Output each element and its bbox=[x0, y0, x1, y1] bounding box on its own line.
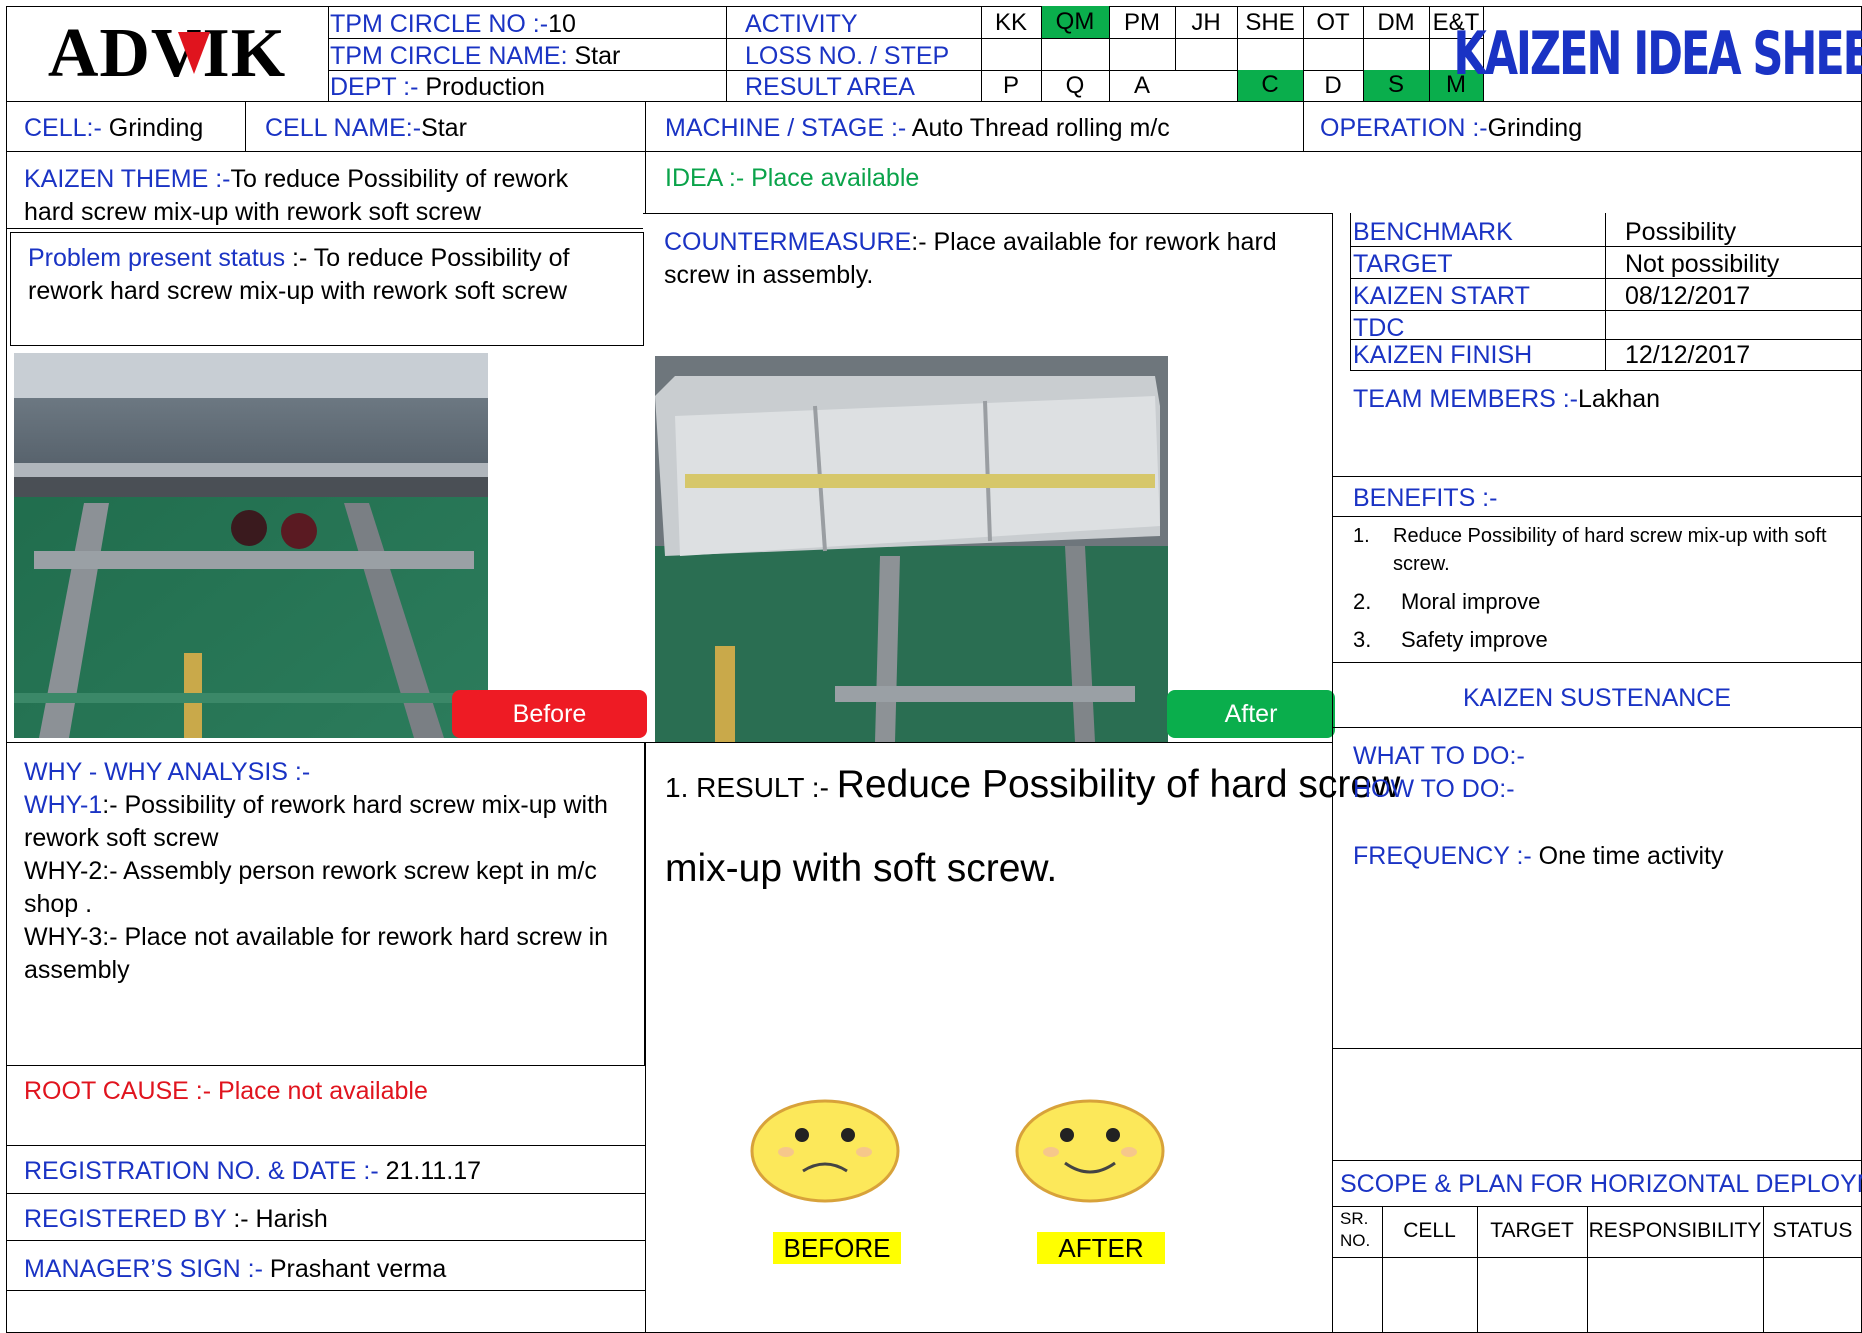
deployment-table-header: SR. NO. CELL TARGET RESPONSIBILITY STATU… bbox=[1332, 1206, 1862, 1257]
happy-face-icon bbox=[1015, 1099, 1165, 1203]
col-cell: CELL bbox=[1403, 1219, 1456, 1242]
manager-sign-field: MANAGER’S SIGN :- Prashant verma bbox=[24, 1255, 447, 1283]
idea-field: IDEA :- Place available bbox=[665, 164, 920, 192]
benefit-item-1: 1. Reduce Possibility of hard screw mix-… bbox=[1353, 525, 1827, 575]
result-code-a: A bbox=[1133, 72, 1150, 99]
col-responsibility: RESPONSIBILITY bbox=[1588, 1219, 1762, 1242]
activity-code-pm: PM bbox=[1124, 9, 1160, 36]
after-label: AFTER bbox=[1037, 1232, 1165, 1264]
col-status: STATUS bbox=[1772, 1219, 1853, 1242]
before-photo bbox=[14, 353, 488, 738]
col-sr-no: SR. NO. bbox=[1340, 1209, 1371, 1250]
sad-face-icon bbox=[750, 1099, 900, 1203]
root-cause: ROOT CAUSE :- Place not available bbox=[24, 1077, 428, 1105]
activity-code-she: SHE bbox=[1245, 9, 1295, 36]
before-tag: Before bbox=[452, 690, 647, 738]
frequency-field: FREQUENCY :- One time activity bbox=[1353, 842, 1724, 870]
cell-field: CELL:- Grinding bbox=[24, 114, 204, 142]
machine-stage-field: MACHINE / STAGE :- Auto Thread rolling m… bbox=[665, 114, 1170, 142]
benefit-item-2: 2. Moral improve bbox=[1353, 589, 1541, 614]
result-code-d: D bbox=[1324, 72, 1342, 99]
result-code-c: C bbox=[1237, 70, 1303, 101]
countermeasure: COUNTERMEASURE:- Place available for rew… bbox=[664, 228, 1277, 289]
how-to-do-label: HOW TO DO:- bbox=[1353, 775, 1515, 803]
kaizen-finish-label: KAIZEN FINISH bbox=[1353, 341, 1533, 369]
department: DEPT :- Production bbox=[330, 73, 545, 101]
benchmark-label: BENCHMARK bbox=[1353, 218, 1513, 246]
what-to-do-label: WHAT TO DO:- bbox=[1353, 742, 1525, 770]
activity-code-jh: JH bbox=[1191, 9, 1221, 36]
team-members: TEAM MEMBERS :-Lakhan bbox=[1353, 385, 1661, 413]
kaizen-theme: KAIZEN THEME :-To reduce Possibility of … bbox=[24, 165, 569, 226]
benefits-label: BENEFITS :- bbox=[1353, 484, 1498, 512]
kaizen-start-value: 08/12/2017 bbox=[1625, 282, 1751, 310]
activity-label: ACTIVITY bbox=[745, 10, 858, 38]
logo-triangle-icon bbox=[178, 32, 210, 74]
kaizen-start-label: KAIZEN START bbox=[1353, 282, 1530, 310]
result-text: 1. RESULT :- Reduce Possibility of hard … bbox=[665, 763, 1401, 890]
result-code-s: S bbox=[1363, 70, 1429, 101]
logo-text: ADVIK bbox=[47, 14, 287, 92]
activity-code-dm: DM bbox=[1377, 9, 1415, 36]
result-area-label: RESULT AREA bbox=[745, 73, 915, 101]
after-tag: After bbox=[1167, 690, 1335, 738]
deployment-title: SCOPE & PLAN FOR HORIZONTAL DEPLOYMENT bbox=[1340, 1170, 1862, 1198]
tpm-circle-name: TPM CIRCLE NAME: Star bbox=[330, 42, 621, 70]
why-analysis: WHY - WHY ANALYSIS :- WHY-1:- Possibilit… bbox=[24, 758, 609, 984]
before-label: BEFORE bbox=[773, 1232, 901, 1264]
sheet-title: KAIZEN IDEA SHEET bbox=[1453, 19, 1862, 89]
benefits-list: 1. Reduce Possibility of hard screw mix-… bbox=[1353, 522, 1853, 654]
activity-code-qm: QM bbox=[1041, 6, 1109, 38]
tpm-circle-no: TPM CIRCLE NO :-10 bbox=[330, 10, 576, 38]
problem-status: Problem present status :- To reduce Poss… bbox=[28, 244, 570, 305]
activity-code-ot: OT bbox=[1316, 9, 1350, 36]
loss-step-label: LOSS NO. / STEP bbox=[745, 42, 950, 70]
activity-code-kk: KK bbox=[994, 9, 1027, 36]
registered-by-field: REGISTERED BY :- Harish bbox=[24, 1205, 328, 1233]
cell-name-field: CELL NAME:-Star bbox=[265, 114, 467, 142]
col-target: TARGET bbox=[1490, 1219, 1574, 1242]
benefit-item-3: 3. Safety improve bbox=[1353, 627, 1548, 652]
logo: ADVIK bbox=[6, 6, 328, 101]
operation-field: OPERATION :-Grinding bbox=[1320, 114, 1583, 142]
benchmark-value: Possibility bbox=[1625, 218, 1737, 246]
registration-field: REGISTRATION NO. & DATE :- 21.11.17 bbox=[24, 1157, 482, 1185]
kaizen-finish-value: 12/12/2017 bbox=[1625, 341, 1751, 369]
target-value: Not possibility bbox=[1625, 250, 1780, 278]
kaizen-sustenance-title: KAIZEN SUSTENANCE bbox=[1462, 684, 1732, 712]
result-code-q: Q bbox=[1065, 72, 1085, 99]
target-label: TARGET bbox=[1353, 250, 1453, 278]
result-code-p: P bbox=[1002, 72, 1019, 99]
after-photo bbox=[655, 356, 1168, 742]
